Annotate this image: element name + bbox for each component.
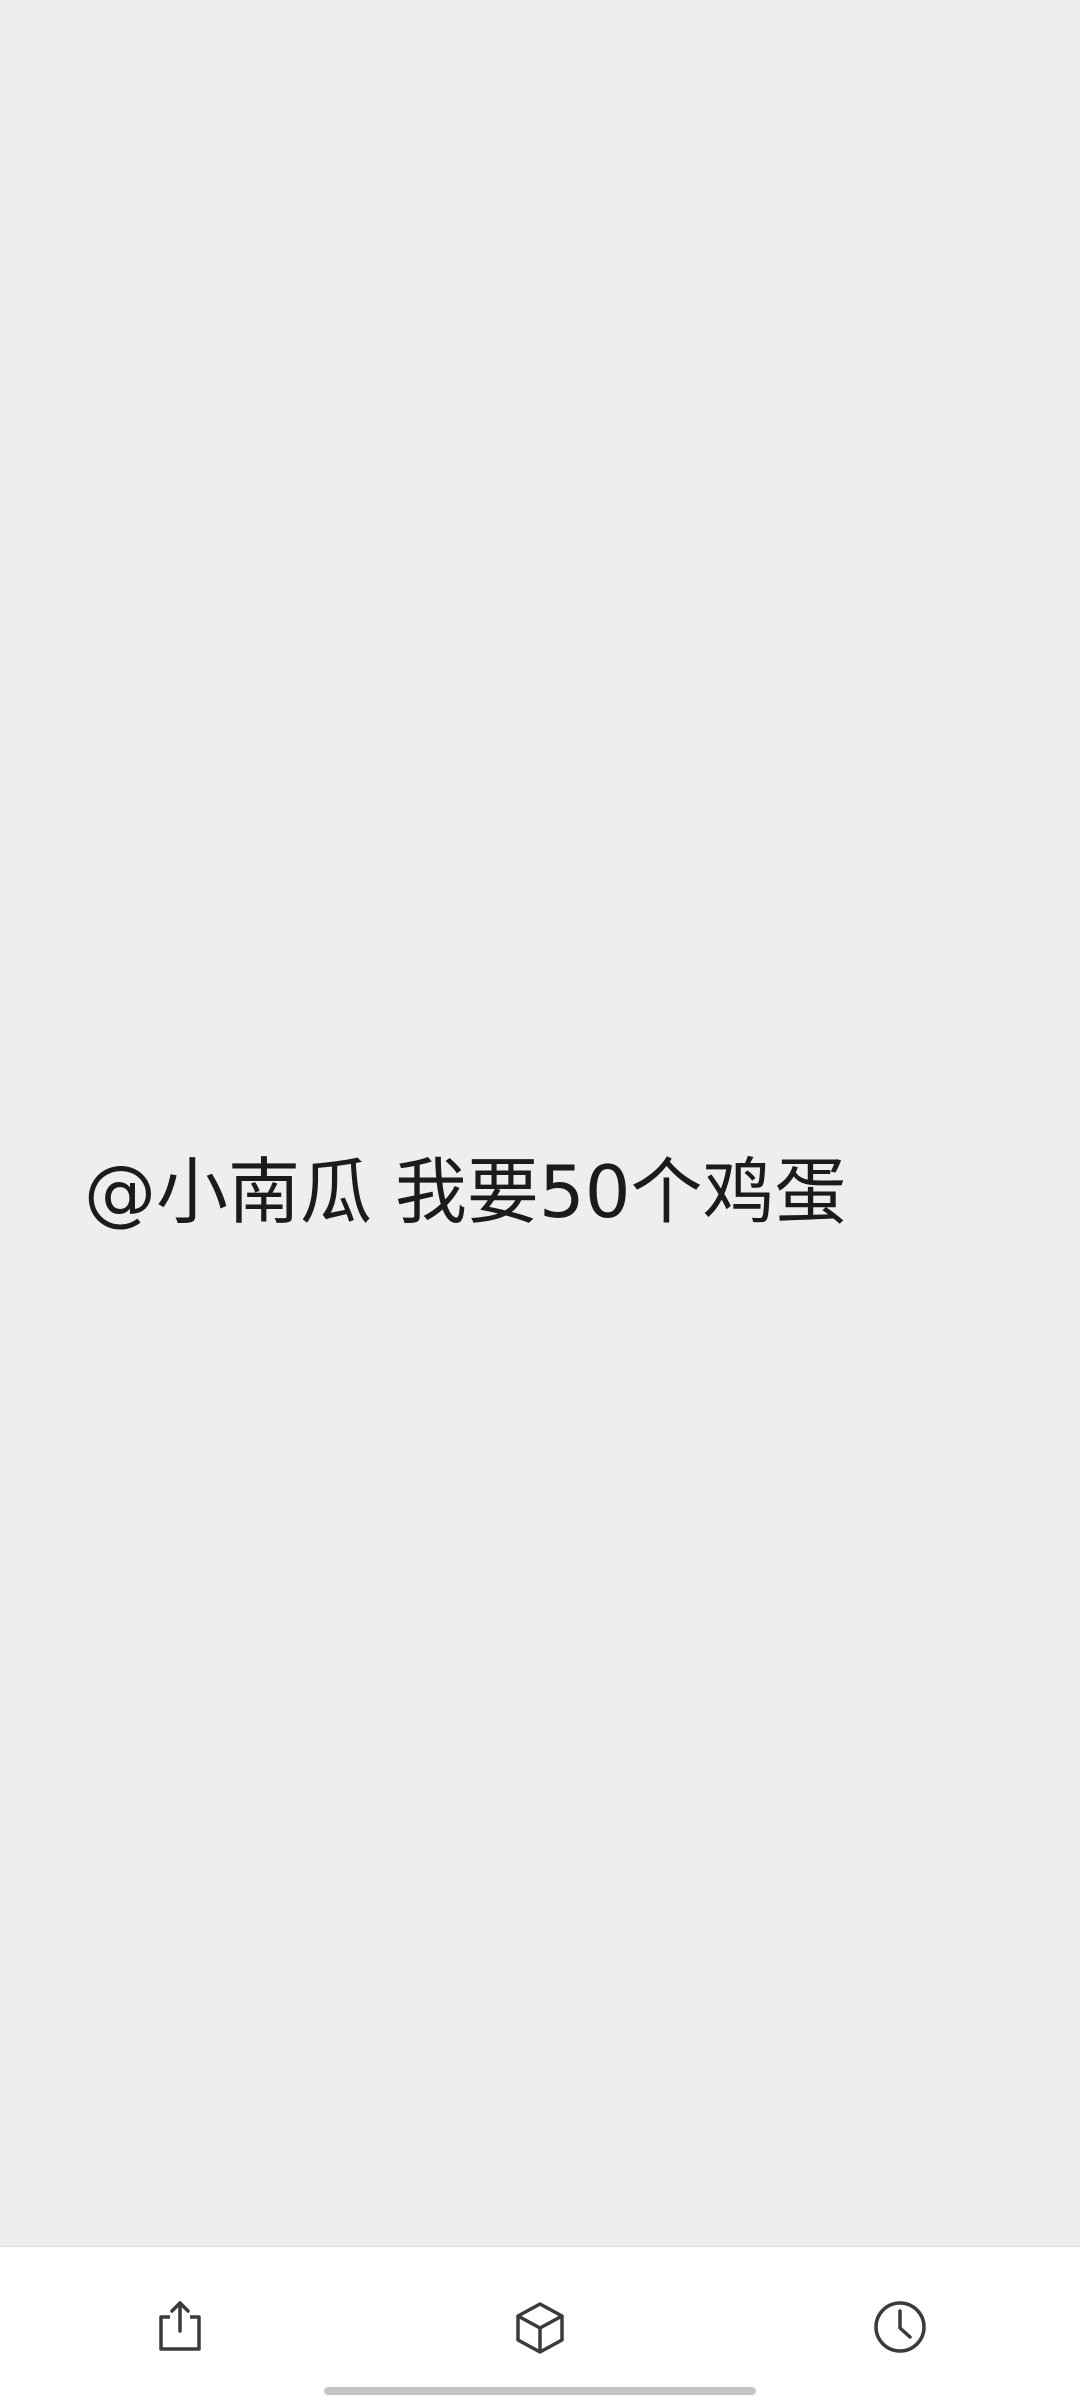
cube-icon	[510, 2297, 570, 2357]
bottom-toolbar	[0, 2246, 1080, 2400]
box-button[interactable]	[504, 2291, 576, 2363]
message-text: @小南瓜 我要50个鸡蛋	[84, 1150, 847, 1234]
message-screen: @小南瓜 我要50个鸡蛋	[0, 0, 1080, 2400]
history-button[interactable]	[864, 2291, 936, 2363]
share-icon	[152, 2297, 208, 2357]
share-button[interactable]	[144, 2291, 216, 2363]
clock-icon	[870, 2297, 930, 2357]
home-indicator[interactable]	[324, 2387, 756, 2395]
